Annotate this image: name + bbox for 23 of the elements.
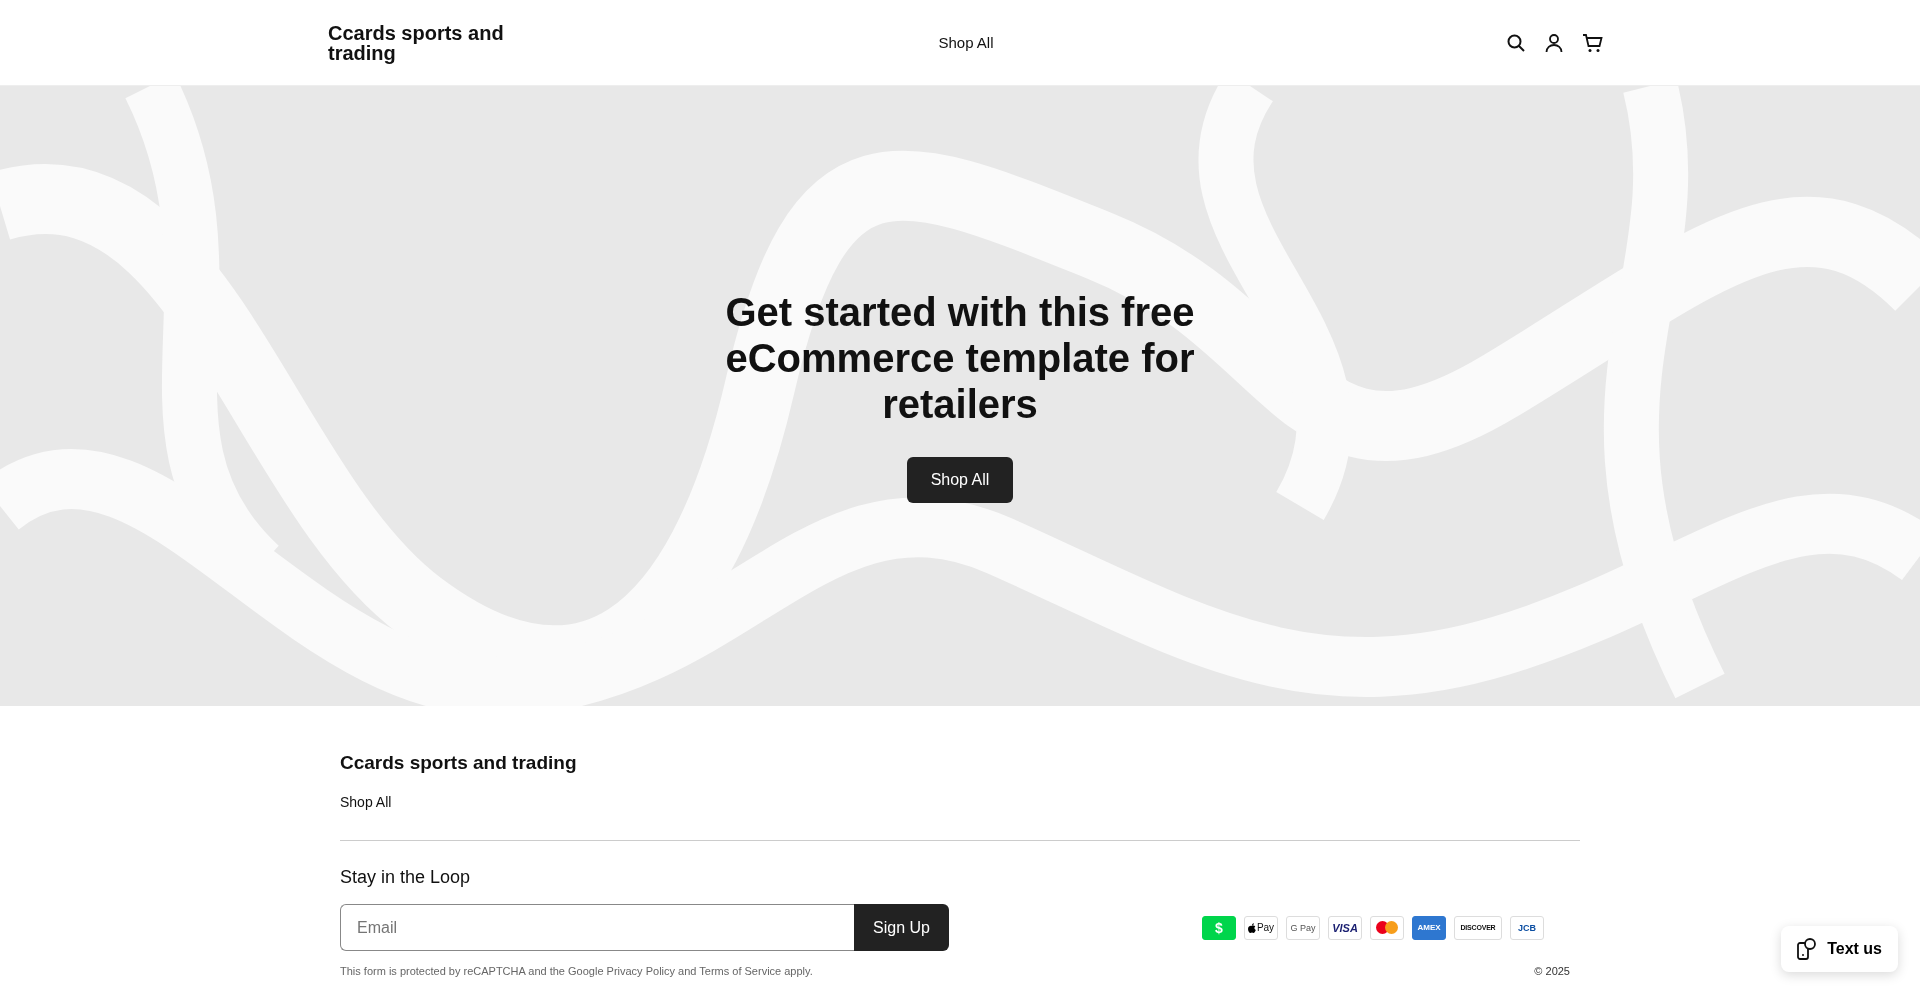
applepay-payment-icon: Pay [1244, 915, 1278, 940]
jcb-payment-icon: JCB [1510, 915, 1544, 940]
footer-brand: Ccards sports and trading [340, 752, 577, 774]
amex-payment-icon: AMEX [1412, 915, 1446, 940]
search-icon[interactable] [1506, 32, 1526, 53]
footer-link[interactable]: Shop All [340, 794, 392, 810]
nav-link[interactable]: Shop All [938, 34, 994, 51]
gpay-payment-icon: G Pay [1286, 915, 1320, 940]
copyright-text: © 2025 [1534, 965, 1570, 977]
store-logo[interactable]: Ccards sports and trading [328, 22, 538, 63]
email-field[interactable]: Email [340, 904, 854, 951]
cart-icon[interactable] [1582, 32, 1604, 53]
visa-payment-icon: VISA [1328, 915, 1362, 940]
sign-up-button[interactable]: Sign Up [854, 904, 949, 951]
shop-all-button[interactable]: Shop All [906, 457, 1014, 503]
phone-chat-icon [1797, 938, 1818, 960]
newsletter-heading: Stay in the Loop [340, 867, 471, 888]
account-icon[interactable] [1544, 32, 1564, 53]
cashapp-payment-icon: $ [1202, 915, 1236, 940]
text-us-button[interactable]: Text us [1781, 926, 1898, 972]
hero-heading: Get started with this free eCommerce template for retailers [724, 289, 1196, 427]
mastercard-payment-icon [1370, 915, 1404, 940]
recaptcha-notice: This form is protected by reCAPTCHA and the Google Privacy Policy and Terms of Service apply. [340, 965, 813, 977]
